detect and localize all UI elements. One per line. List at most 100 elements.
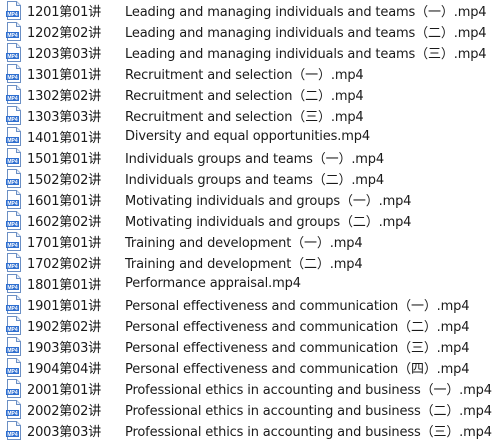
file-item[interactable]: MP4 1203第03讲 Leading and managing indivi… — [0, 42, 493, 63]
file-code: 1302第02讲 — [27, 89, 102, 104]
file-name: Personal effectiveness and communication… — [125, 362, 470, 377]
file-item[interactable]: MP4 1601第01讲 Motivating individuals and … — [0, 189, 493, 210]
file-code: 1201第01讲 — [27, 5, 102, 20]
file-code: 2001第01讲 — [27, 383, 102, 398]
file-code: 1602第02讲 — [27, 215, 102, 230]
mp4-file-icon: MP4 — [6, 64, 21, 83]
file-item[interactable]: MP4 1903第03讲 Personal effectiveness and … — [0, 336, 493, 357]
file-name: Personal effectiveness and communication… — [125, 299, 470, 314]
svg-text:MP4: MP4 — [7, 369, 18, 375]
file-item[interactable]: MP4 1901第01讲 Personal effectiveness and … — [0, 294, 493, 315]
file-name: Individuals groups and teams（二）.mp4 — [125, 173, 385, 188]
file-item[interactable]: MP4 1401第01讲 Diversity and equal opportu… — [0, 126, 493, 147]
file-item[interactable]: MP4 1302第02讲 Recruitment and selection（二… — [0, 84, 493, 105]
mp4-file-icon: MP4 — [6, 295, 21, 314]
file-list: MP4 1201第01讲 Leading and managing indivi… — [0, 0, 493, 441]
file-code: 1502第02讲 — [27, 173, 102, 188]
svg-text:MP4: MP4 — [7, 117, 18, 123]
file-code: 1701第01讲 — [27, 236, 102, 251]
file-item[interactable]: MP4 1902第02讲 Personal effectiveness and … — [0, 315, 493, 336]
mp4-file-icon: MP4 — [6, 421, 21, 440]
svg-text:MP4: MP4 — [7, 243, 18, 249]
file-code: 1501第01讲 — [27, 152, 102, 167]
file-item[interactable]: MP4 2003第03讲 Professional ethics in acco… — [0, 420, 493, 441]
file-code: 1202第02讲 — [27, 26, 102, 41]
file-code: 1303第03讲 — [27, 110, 102, 125]
file-item[interactable]: MP4 1701第01讲 Training and development（一）… — [0, 231, 493, 252]
file-item[interactable]: MP4 1201第01讲 Leading and managing indivi… — [0, 0, 493, 21]
file-name: Motivating individuals and groups（二）.mp4 — [125, 215, 412, 230]
file-code: 1203第03讲 — [27, 47, 102, 62]
file-code: 1702第02讲 — [27, 257, 102, 272]
file-name: Individuals groups and teams（一）.mp4 — [125, 152, 385, 167]
file-item[interactable]: MP4 2002第02讲 Professional ethics in acco… — [0, 399, 493, 420]
file-name: Diversity and equal opportunities.mp4 — [125, 129, 370, 144]
mp4-file-icon: MP4 — [6, 22, 21, 41]
file-item[interactable]: MP4 1501第01讲 Individuals groups and team… — [0, 147, 493, 168]
file-item[interactable]: MP4 1301第01讲 Recruitment and selection（一… — [0, 63, 493, 84]
file-name: Personal effectiveness and communication… — [125, 320, 470, 335]
file-name: Training and development（二）.mp4 — [125, 257, 363, 272]
svg-text:MP4: MP4 — [7, 348, 18, 354]
file-item[interactable]: MP4 1602第02讲 Motivating individuals and … — [0, 210, 493, 231]
svg-text:MP4: MP4 — [7, 33, 18, 39]
file-code: 1601第01讲 — [27, 194, 102, 209]
file-name: Performance appraisal.mp4 — [125, 276, 301, 291]
mp4-file-icon: MP4 — [6, 253, 21, 272]
svg-text:MP4: MP4 — [7, 159, 18, 165]
svg-text:MP4: MP4 — [7, 96, 18, 102]
file-name: Leading and managing individuals and tea… — [125, 5, 487, 20]
mp4-file-icon: MP4 — [6, 85, 21, 104]
mp4-file-icon: MP4 — [6, 43, 21, 62]
file-name: Professional ethics in accounting and bu… — [125, 383, 492, 398]
svg-text:MP4: MP4 — [7, 222, 18, 228]
svg-text:MP4: MP4 — [7, 327, 18, 333]
mp4-file-icon: MP4 — [6, 379, 21, 398]
mp4-file-icon: MP4 — [6, 337, 21, 356]
file-name: Professional ethics in accounting and bu… — [125, 425, 492, 440]
svg-text:MP4: MP4 — [7, 54, 18, 60]
file-item[interactable]: MP4 1502第02讲 Individuals groups and team… — [0, 168, 493, 189]
svg-text:MP4: MP4 — [7, 12, 18, 18]
file-code: 1901第01讲 — [27, 299, 102, 314]
mp4-file-icon: MP4 — [6, 211, 21, 230]
mp4-file-icon: MP4 — [6, 1, 21, 20]
file-item[interactable]: MP4 2001第01讲 Professional ethics in acco… — [0, 378, 493, 399]
mp4-file-icon: MP4 — [6, 127, 21, 146]
file-code: 1904第04讲 — [27, 362, 102, 377]
file-code: 1801第01讲 — [27, 278, 102, 293]
svg-text:MP4: MP4 — [7, 75, 18, 81]
mp4-file-icon: MP4 — [6, 148, 21, 167]
file-item[interactable]: MP4 1303第03讲 Recruitment and selection（三… — [0, 105, 493, 126]
file-code: 2002第02讲 — [27, 404, 102, 419]
svg-text:MP4: MP4 — [7, 138, 18, 144]
svg-text:MP4: MP4 — [7, 390, 18, 396]
mp4-file-icon: MP4 — [6, 316, 21, 335]
file-item[interactable]: MP4 1702第02讲 Training and development（二）… — [0, 252, 493, 273]
mp4-file-icon: MP4 — [6, 190, 21, 209]
file-item[interactable]: MP4 1801第01讲 Performance appraisal.mp4 — [0, 273, 493, 294]
file-name: Professional ethics in accounting and bu… — [125, 404, 492, 419]
file-name: Recruitment and selection（三）.mp4 — [125, 110, 364, 125]
svg-text:MP4: MP4 — [7, 180, 18, 186]
svg-text:MP4: MP4 — [7, 432, 18, 438]
svg-text:MP4: MP4 — [7, 306, 18, 312]
file-item[interactable]: MP4 1202第02讲 Leading and managing indivi… — [0, 21, 493, 42]
file-code: 2003第03讲 — [27, 425, 102, 440]
file-name: Leading and managing individuals and tea… — [125, 47, 487, 62]
file-name: Recruitment and selection（二）.mp4 — [125, 89, 364, 104]
file-name: Motivating individuals and groups（一）.mp4 — [125, 194, 412, 209]
mp4-file-icon: MP4 — [6, 358, 21, 377]
mp4-file-icon: MP4 — [6, 232, 21, 251]
file-name: Leading and managing individuals and tea… — [125, 26, 487, 41]
file-item[interactable]: MP4 1904第04讲 Personal effectiveness and … — [0, 357, 493, 378]
svg-text:MP4: MP4 — [7, 201, 18, 207]
file-name: Training and development（一）.mp4 — [125, 236, 363, 251]
mp4-file-icon: MP4 — [6, 169, 21, 188]
svg-text:MP4: MP4 — [7, 285, 18, 291]
file-code: 1301第01讲 — [27, 68, 102, 83]
file-code: 1903第03讲 — [27, 341, 102, 356]
mp4-file-icon: MP4 — [6, 274, 21, 293]
mp4-file-icon: MP4 — [6, 400, 21, 419]
file-name: Personal effectiveness and communication… — [125, 341, 470, 356]
